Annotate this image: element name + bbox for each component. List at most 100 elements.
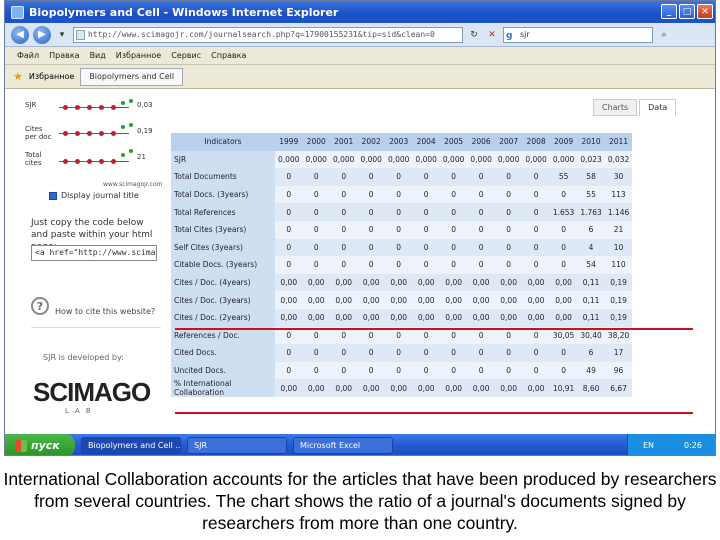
table-cell: 0 [549,220,578,239]
table-row: Total References 0 0 0 0 0 0 0 0 0 0 1.653 1.763 1.14… [171,203,633,221]
search-input[interactable]: g sjr [503,26,653,43]
table-cell: 0 [439,168,468,186]
menu-item-file[interactable]: Файл [17,51,39,60]
highlight-underline-intl-collab [175,412,693,414]
column-header-year: 2003 [384,133,413,151]
close-button[interactable]: ✕ [697,4,713,19]
window-title-bar: Biopolymers and Cell - Windows Internet … [5,1,715,23]
table-cell: 0,00 [549,308,578,327]
tab-charts[interactable]: Charts [593,99,638,116]
table-cell: 10,91 [549,379,578,398]
taskbar-button-folder[interactable]: SJR [187,437,287,454]
menu-item-edit[interactable]: Правка [49,51,79,60]
table-row: Self Cites (3years) 0 0 0 0 0 0 0 0 0 0 0 4 10 [171,238,633,257]
table-cell: 30 [604,168,633,186]
table-cell: 0 [522,203,550,221]
table-cell: 0 [494,238,523,257]
table-cell: 0,00 [439,308,468,327]
menu-item-favorites[interactable]: Избранное [116,51,161,60]
table-cell: 0 [549,185,578,204]
table-cell: 0,00 [384,308,413,327]
taskbar-button-excel[interactable]: Microsoft Excel [293,437,393,454]
forward-icon[interactable]: ▶ [33,25,51,44]
table-cell: 0,00 [494,379,523,398]
table-cell: 54 [577,256,605,274]
table-cell: 10 [604,238,633,257]
table-row: % International Collaboration 0,00 0,00 0,0… [171,379,633,398]
maximize-button[interactable]: □ [679,4,695,19]
table-cell: 0 [494,185,523,204]
table-row: SJR 0,000 0,000 0,000 0,000 0,000 0,000 0,000 0,… [171,150,633,169]
table-cell: 0,00 [522,308,550,327]
embed-code-field[interactable]: <a href="http://www.scimagojr [31,245,157,261]
table-cell: 0,19 [604,291,633,309]
table-cell: 0,00 [357,291,385,309]
row-label: % International Collaboration [171,379,275,398]
minimize-button[interactable]: _ [661,4,677,19]
history-dropdown-icon[interactable]: ▾ [55,28,69,42]
table-cell: 0,00 [357,273,385,292]
table-cell: 0,000 [357,150,385,169]
url-field[interactable]: http://www.scimagojr.com/journalsearch.p… [73,26,463,43]
how-to-cite-link[interactable]: How to cite this website? [55,307,155,316]
legend-value-sjr: 0,03 [137,101,153,109]
table-cell: 0 [522,168,550,186]
table-cell: 0,00 [467,273,495,292]
table-cell: 0,00 [302,379,330,398]
table-cell: 0 [302,361,330,380]
display-title-checkbox[interactable] [49,192,57,200]
table-cell: 0 [494,220,523,239]
search-icon[interactable]: ⌕ [657,28,671,42]
table-cell: 0,00 [302,291,330,309]
tab-data[interactable]: Data [639,99,677,116]
page-content: SJR 0,03 Cites per doc 0,19 Total cites 21… [5,89,715,434]
slide: Biopolymers and Cell - Windows Internet … [0,0,720,540]
language-indicator[interactable]: EN [643,441,654,450]
table-cell: 0 [302,203,330,221]
table-cell: 0,00 [412,273,440,292]
menu-item-view[interactable]: Вид [90,51,106,60]
table-row: Citable Docs. (3years) 0 0 0 0 0 0 0 0 0 0 0 54 110 [171,256,633,274]
table-header-row: Indicators 1999 2000 2001 2002 2003 2004 2005 20… [171,133,633,151]
taskbar-button-ie[interactable]: Biopolymers and Cell ... [81,437,181,454]
scimago-lab-text: LAB [65,407,97,415]
table-cell: 0 [275,344,303,362]
table-cell: 0 [412,361,440,380]
table-cell: 0 [439,361,468,380]
row-label: Uncited Docs. [171,361,275,380]
menu-item-help[interactable]: Справка [211,51,246,60]
clock: 0:26 [684,441,702,450]
table-cell: 0 [467,185,495,204]
column-header-year: 2009 [549,133,578,151]
browser-tab[interactable]: Biopolymers and Cell [80,67,184,86]
table-cell: 0 [522,361,550,380]
table-cell: 0,19 [604,308,633,327]
table-cell: 0,00 [329,379,358,398]
menu-bar: Файл Правка Вид Избранное Сервис Справка [5,47,715,65]
table-cell: 0 [357,361,385,380]
table-cell: 0,00 [412,291,440,309]
table-cell: 0,00 [494,308,523,327]
table-cell: 0,00 [302,273,330,292]
scimago-logo: SCIMAGO [33,377,151,407]
menu-item-tools[interactable]: Сервис [171,51,201,60]
table-cell: 0 [439,238,468,257]
legend-value-total-cites: 21 [137,153,146,161]
table-cell: 0,00 [412,308,440,327]
page-icon [76,29,85,40]
column-header-year: 2000 [302,133,330,151]
refresh-icon[interactable]: ↻ [467,28,481,42]
favorites-label[interactable]: Избранное [29,72,74,81]
window-controls: _ □ ✕ [661,4,713,19]
table-cell: 0,00 [275,291,303,309]
table-cell: 0,00 [439,379,468,398]
row-label: Cited Docs. [171,344,275,362]
table-cell: 0,000 [494,150,523,169]
start-button[interactable]: пуск [5,434,75,455]
stop-icon[interactable]: ✕ [485,28,499,42]
table-cell: 0,11 [577,273,605,292]
favorites-star-icon[interactable]: ★ [13,70,23,83]
table-cell: 0 [275,361,303,380]
table-cell: 0,00 [494,291,523,309]
back-icon[interactable]: ◀ [11,25,29,44]
